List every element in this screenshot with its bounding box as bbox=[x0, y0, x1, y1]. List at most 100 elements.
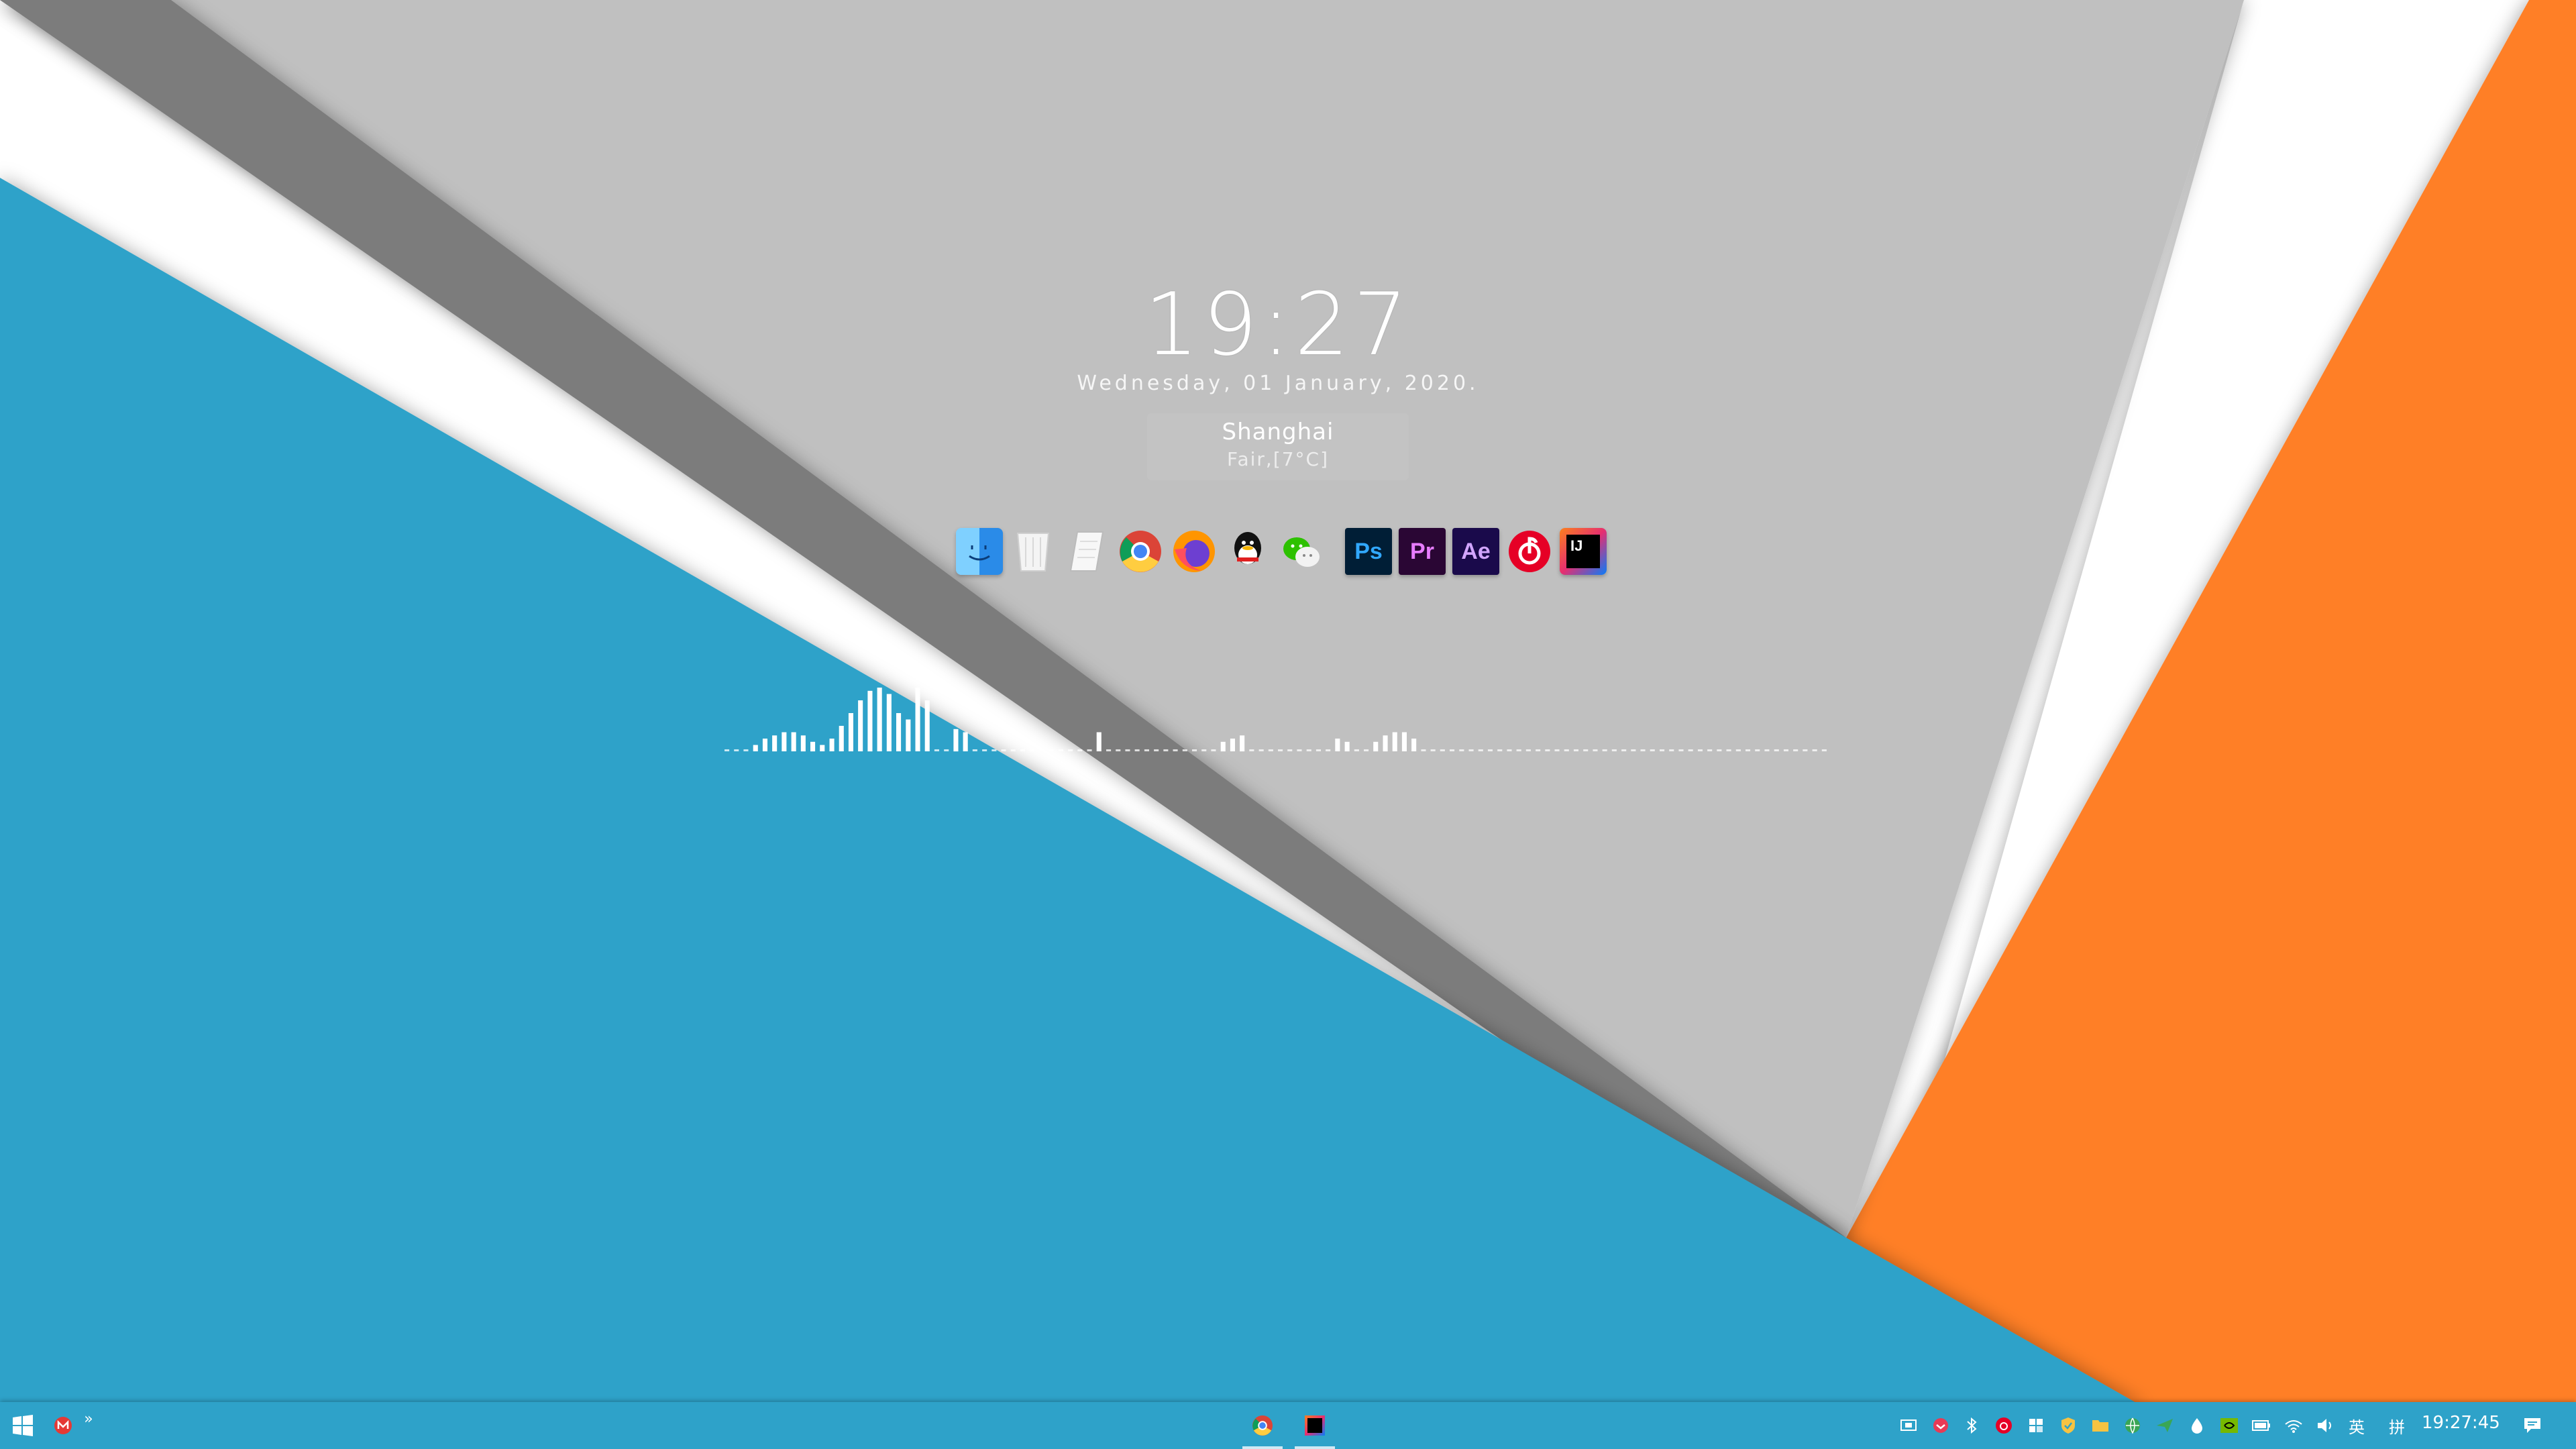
display-icon[interactable] bbox=[1898, 1415, 1919, 1436]
taskbar-app-intellij[interactable] bbox=[1295, 1410, 1335, 1441]
visualizer-bar bbox=[1430, 749, 1436, 751]
folder-icon[interactable] bbox=[2090, 1415, 2110, 1436]
visualizer-bar bbox=[782, 732, 787, 751]
overflow-chevron-icon[interactable]: » bbox=[80, 1403, 97, 1434]
intellij-active-indicator bbox=[1295, 1446, 1335, 1449]
notes-icon[interactable] bbox=[1063, 528, 1110, 575]
visualizer-bar bbox=[1326, 749, 1331, 751]
visualizer-bar bbox=[1545, 749, 1550, 751]
visualizer-bar bbox=[734, 749, 739, 751]
windows-start-icon[interactable] bbox=[9, 1410, 36, 1441]
netease-tray-icon[interactable] bbox=[1994, 1415, 2014, 1436]
drop-icon[interactable] bbox=[2187, 1415, 2207, 1436]
visualizer-bar bbox=[1306, 749, 1311, 751]
visualizer-bar bbox=[1106, 749, 1112, 751]
visualizer-bar bbox=[1001, 749, 1006, 751]
audio-visualizer bbox=[724, 688, 1827, 752]
visualizer-bar bbox=[1678, 749, 1684, 751]
visualizer-bar bbox=[1611, 749, 1617, 751]
chrome-icon[interactable] bbox=[1117, 528, 1164, 575]
visualizer-bar bbox=[1554, 749, 1560, 751]
visualizer-bar bbox=[1487, 749, 1493, 751]
visualizer-bar bbox=[1316, 749, 1321, 751]
visualizer-bar bbox=[1287, 749, 1293, 751]
nvidia-icon[interactable] bbox=[2219, 1415, 2239, 1436]
visualizer-bar bbox=[991, 749, 997, 751]
visualizer-bar bbox=[1774, 749, 1779, 751]
visualizer-bar bbox=[1163, 749, 1169, 751]
visualizer-bar bbox=[1746, 749, 1751, 751]
visualizer-bar bbox=[1735, 749, 1741, 751]
visualizer-bar bbox=[1468, 749, 1474, 751]
visualizer-bar bbox=[1020, 749, 1025, 751]
intellij-icon[interactable]: IJ bbox=[1560, 528, 1607, 575]
pocket-icon[interactable] bbox=[1931, 1415, 1951, 1436]
visualizer-bar bbox=[1068, 749, 1073, 751]
visualizer-bar bbox=[1030, 749, 1035, 751]
visualizer-bar bbox=[1049, 749, 1054, 751]
taskbar-app-chrome[interactable] bbox=[1242, 1410, 1283, 1441]
firefox-icon[interactable] bbox=[1171, 528, 1218, 575]
visualizer-bar bbox=[1116, 749, 1121, 751]
qq-icon[interactable] bbox=[1224, 528, 1271, 575]
grid-icon[interactable] bbox=[2026, 1415, 2046, 1436]
visualizer-bar bbox=[1707, 749, 1713, 751]
visualizer-bar bbox=[1459, 749, 1464, 751]
visualizer-bar bbox=[1249, 749, 1254, 751]
visualizer-bar bbox=[1812, 749, 1817, 751]
visualizer-bar bbox=[1230, 739, 1235, 751]
netease-music-icon[interactable] bbox=[1506, 528, 1553, 575]
visualizer-bar bbox=[877, 688, 882, 751]
visualizer-bar bbox=[839, 726, 844, 751]
taskbar-clock[interactable]: 19:27:45 bbox=[2422, 1413, 2500, 1433]
notification-icon[interactable] bbox=[2522, 1415, 2542, 1436]
visualizer-bar bbox=[848, 713, 853, 751]
ime-pinyin-indicator[interactable]: 拼 bbox=[2387, 1415, 2407, 1437]
mail-icon[interactable] bbox=[51, 1410, 75, 1441]
visualizer-bar bbox=[1688, 749, 1693, 751]
photoshop-icon[interactable]: Ps bbox=[1345, 528, 1392, 575]
visualizer-bar bbox=[1697, 749, 1703, 751]
ime-language-indicator[interactable]: 英 bbox=[2347, 1415, 2367, 1437]
security-icon[interactable] bbox=[2058, 1415, 2078, 1436]
visualizer-bar bbox=[886, 694, 892, 751]
visualizer-bar bbox=[1240, 735, 1245, 752]
visualizer-bar bbox=[1525, 749, 1531, 751]
visualizer-bar bbox=[1755, 749, 1760, 751]
visualizer-bar bbox=[1602, 749, 1607, 751]
visualizer-bar bbox=[867, 690, 873, 752]
weather-widget[interactable]: Shanghai Fair,[7°C] bbox=[1147, 413, 1409, 480]
premiere-icon[interactable]: Pr bbox=[1399, 528, 1446, 575]
battery-icon[interactable] bbox=[2251, 1415, 2271, 1436]
clock-widget: 19:27 Wednesday, 01 January, 2020. bbox=[1033, 275, 1523, 395]
visualizer-bar bbox=[1803, 749, 1808, 751]
visualizer-bar bbox=[1793, 749, 1799, 751]
visualizer-bar bbox=[906, 719, 911, 751]
wifi-icon[interactable] bbox=[2284, 1415, 2304, 1436]
network-globe-icon[interactable] bbox=[2123, 1415, 2143, 1436]
clock-date: Wednesday, 01 January, 2020. bbox=[1077, 372, 1479, 395]
bluetooth-icon[interactable] bbox=[1962, 1415, 1982, 1436]
wechat-icon[interactable] bbox=[1278, 528, 1325, 575]
visualizer-bar bbox=[810, 741, 816, 752]
aftereffects-icon[interactable]: Ae bbox=[1452, 528, 1499, 575]
visualizer-bar bbox=[1201, 749, 1207, 751]
volume-icon[interactable] bbox=[2316, 1415, 2336, 1436]
visualizer-bar bbox=[1154, 749, 1159, 751]
finder-icon[interactable] bbox=[956, 528, 1003, 575]
visualizer-bar bbox=[1144, 749, 1149, 751]
visualizer-bar bbox=[753, 745, 758, 751]
visualizer-bar bbox=[1440, 749, 1445, 751]
visualizer-bar bbox=[1344, 741, 1350, 752]
visualizer-bar bbox=[1717, 749, 1722, 751]
visualizer-bar bbox=[1077, 749, 1083, 751]
visualizer-bar bbox=[762, 739, 767, 751]
visualizer-bar bbox=[953, 729, 959, 752]
paper-plane-icon[interactable] bbox=[2155, 1415, 2175, 1436]
visualizer-bar bbox=[1268, 749, 1273, 751]
visualizer-bar bbox=[1401, 732, 1407, 751]
visualizer-bar bbox=[1536, 749, 1541, 751]
visualizer-bar bbox=[1669, 749, 1674, 751]
trash-icon[interactable] bbox=[1010, 528, 1057, 575]
visualizer-bar bbox=[858, 700, 863, 751]
